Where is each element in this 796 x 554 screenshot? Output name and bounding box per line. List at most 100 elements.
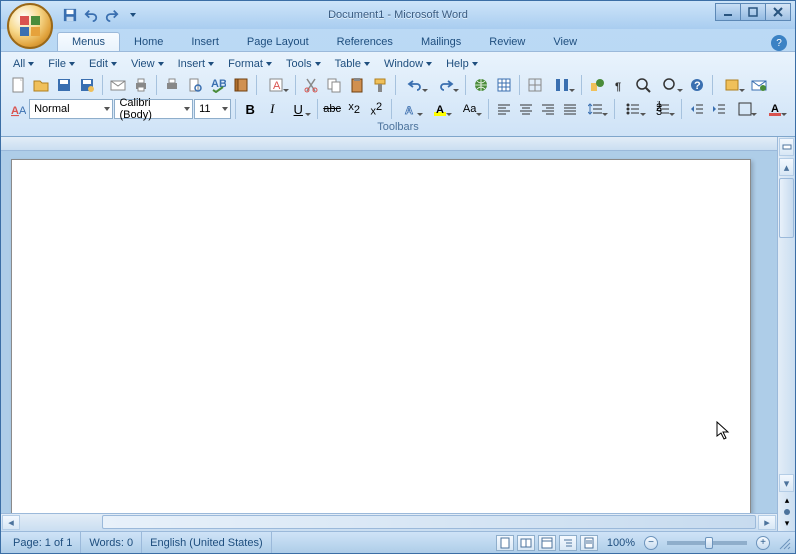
qat-customize-button[interactable]	[124, 6, 142, 24]
save-button[interactable]	[53, 74, 75, 96]
qat-redo-button[interactable]	[103, 6, 121, 24]
drawing-button[interactable]	[586, 74, 608, 96]
align-left-button[interactable]	[493, 98, 514, 120]
insert-table-button[interactable]	[493, 74, 515, 96]
zoom-slider[interactable]	[667, 541, 747, 545]
copy-button[interactable]	[323, 74, 345, 96]
italic-button[interactable]: I	[262, 98, 283, 120]
tab-references[interactable]: References	[323, 33, 407, 51]
spelling-button[interactable]: ABC	[207, 74, 229, 96]
text-effects-button[interactable]: A	[396, 98, 425, 120]
menu-file[interactable]: File	[42, 56, 81, 72]
tab-view[interactable]: View	[539, 33, 591, 51]
underline-button[interactable]: U	[284, 98, 313, 120]
envelope-button[interactable]	[748, 74, 770, 96]
menu-edit[interactable]: Edit	[83, 56, 123, 72]
ruler-toggle-button[interactable]	[779, 138, 794, 156]
menu-insert[interactable]: Insert	[172, 56, 221, 72]
zoom-in-button[interactable]: +	[756, 536, 770, 550]
qat-save-button[interactable]	[61, 6, 79, 24]
close-button[interactable]	[765, 3, 791, 21]
preview-button[interactable]	[184, 74, 206, 96]
tab-home[interactable]: Home	[120, 33, 177, 51]
menu-view[interactable]: View	[125, 56, 170, 72]
help-icon-button[interactable]: ?	[686, 74, 708, 96]
bold-button[interactable]: B	[240, 98, 261, 120]
mail-button[interactable]	[107, 74, 129, 96]
status-page[interactable]: Page: 1 of 1	[5, 532, 81, 553]
font-combo[interactable]: Calibri (Body)	[114, 99, 193, 119]
scroll-thumb[interactable]	[779, 178, 794, 238]
office-button[interactable]	[7, 3, 53, 49]
quick-print-button[interactable]	[130, 74, 152, 96]
increase-indent-button[interactable]	[709, 98, 730, 120]
reading-layout-button[interactable]	[717, 74, 747, 96]
styles-icon[interactable]: AA	[7, 98, 28, 120]
menu-tools[interactable]: Tools	[280, 56, 327, 72]
full-screen-view-button[interactable]	[517, 535, 535, 551]
vertical-scrollbar[interactable]: ▴ ▾ ▴ ▾	[777, 137, 795, 531]
document-viewport[interactable]	[1, 151, 777, 513]
help-button[interactable]: ?	[771, 35, 787, 51]
cut-button[interactable]	[300, 74, 322, 96]
align-center-button[interactable]	[515, 98, 536, 120]
minimize-button[interactable]	[715, 3, 741, 21]
zoom-label[interactable]: 100%	[607, 537, 635, 549]
menu-table[interactable]: Table	[329, 56, 376, 72]
open-button[interactable]	[30, 74, 52, 96]
zoom-button[interactable]	[632, 74, 654, 96]
tab-menus[interactable]: Menus	[57, 32, 120, 51]
strikethrough-button[interactable]: abc	[322, 98, 343, 120]
decrease-indent-button[interactable]	[686, 98, 707, 120]
format-painter-button[interactable]	[369, 74, 391, 96]
highlight-button[interactable]: A	[426, 98, 455, 120]
browse-object[interactable]: ▴ ▾	[778, 493, 795, 531]
menu-help[interactable]: Help	[440, 56, 484, 72]
tab-page-layout[interactable]: Page Layout	[233, 33, 323, 51]
line-spacing-button[interactable]	[581, 98, 610, 120]
print-layout-view-button[interactable]	[496, 535, 514, 551]
border-button[interactable]	[731, 98, 760, 120]
outline-view-button[interactable]	[559, 535, 577, 551]
subscript-button[interactable]: x2	[344, 98, 365, 120]
tab-insert[interactable]: Insert	[177, 33, 233, 51]
font-color-button[interactable]: A	[760, 98, 789, 120]
resize-grip[interactable]	[777, 536, 791, 550]
toggle-grid-button[interactable]	[524, 74, 546, 96]
horizontal-ruler[interactable]	[1, 137, 777, 151]
bullets-button[interactable]	[619, 98, 648, 120]
horizontal-scrollbar[interactable]: ◂ ▸	[1, 513, 777, 531]
align-right-button[interactable]	[537, 98, 558, 120]
hyperlink-button[interactable]	[470, 74, 492, 96]
font-size-combo[interactable]: 11	[194, 99, 231, 119]
tab-review[interactable]: Review	[475, 33, 539, 51]
zoom-out-button[interactable]: −	[644, 536, 658, 550]
new-button[interactable]	[7, 74, 29, 96]
save-as-button[interactable]	[76, 74, 98, 96]
style-combo[interactable]: Normal	[29, 99, 113, 119]
status-words[interactable]: Words: 0	[81, 532, 142, 553]
qat-undo-button[interactable]	[82, 6, 100, 24]
scroll-down-button[interactable]: ▾	[779, 474, 794, 492]
web-layout-view-button[interactable]	[538, 535, 556, 551]
justify-button[interactable]	[559, 98, 580, 120]
undo-button[interactable]	[400, 74, 430, 96]
tab-mailings[interactable]: Mailings	[407, 33, 475, 51]
superscript-button[interactable]: x2	[366, 98, 387, 120]
menu-window[interactable]: Window	[378, 56, 438, 72]
show-hide-button[interactable]: ¶	[609, 74, 631, 96]
print-button[interactable]	[161, 74, 183, 96]
redo-button[interactable]	[431, 74, 461, 96]
menu-format[interactable]: Format	[222, 56, 278, 72]
numbering-button[interactable]: 123	[649, 98, 678, 120]
menu-all[interactable]: All	[7, 56, 40, 72]
columns-button[interactable]	[547, 74, 577, 96]
document-page[interactable]	[11, 159, 751, 513]
paste-button[interactable]	[346, 74, 368, 96]
draft-view-button[interactable]	[580, 535, 598, 551]
change-case-button[interactable]: Aa	[455, 98, 484, 120]
status-language[interactable]: English (United States)	[142, 532, 272, 553]
research-button[interactable]	[230, 74, 252, 96]
zoom-level-button[interactable]	[655, 74, 685, 96]
maximize-button[interactable]	[740, 3, 766, 21]
